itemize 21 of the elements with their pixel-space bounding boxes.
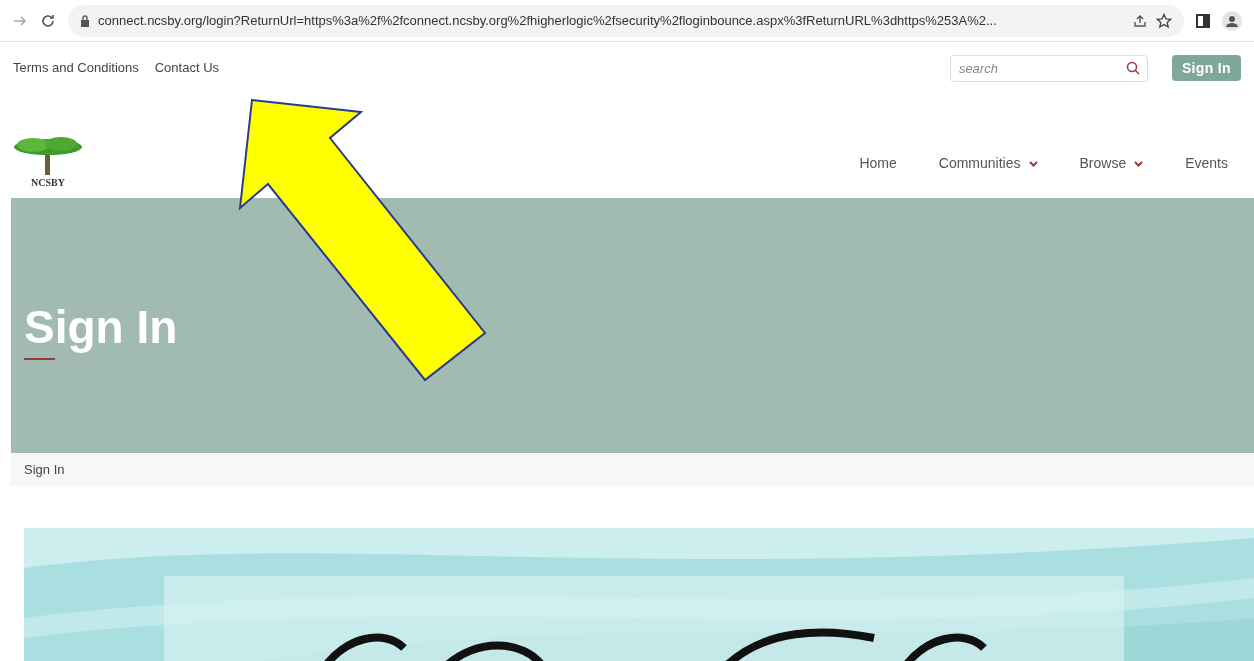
search-icon[interactable] — [1125, 60, 1140, 75]
search-field[interactable]: search — [949, 54, 1148, 82]
chevron-down-icon — [1028, 160, 1038, 167]
star-icon[interactable] — [1156, 12, 1172, 29]
utility-link[interactable]: Contact Us — [154, 58, 220, 78]
utility-link[interactable]: Terms and Conditions — [13, 58, 139, 78]
url-text: connect.ncsby.org/login?ReturnUrl=https%3a%2f%2fconnect.ncsby.org%2fhigherlogic%2fsecurity%2floginbounce.aspx%3fReturnURL%3dhttps%253A%2... — [98, 11, 997, 30]
breadcrumb[interactable]: Sign In — [24, 459, 65, 480]
logo-text: NCSBY — [31, 176, 65, 190]
nav-link[interactable]: Home — [859, 153, 897, 174]
page-title: Sign In — [24, 299, 179, 355]
nav-link[interactable]: Events — [1185, 153, 1228, 174]
nav-link[interactable]: Browse — [1079, 153, 1144, 174]
side-panel-icon[interactable] — [1196, 13, 1210, 28]
address-bar[interactable]: connect.ncsby.org/login?ReturnUrl=https%3a%2f%2fconnect.ncsby.org%2fhigherlogic%2fsecurity%2floginbounce.aspx%3fReturnURL%3dhttps%253A%2... — [68, 4, 1184, 37]
reload-icon[interactable] — [40, 12, 56, 29]
nav-link[interactable]: Communities — [938, 153, 1038, 174]
lock-icon — [80, 14, 90, 27]
profile-icon[interactable] — [1222, 10, 1242, 31]
tree-logo-icon[interactable] — [13, 135, 83, 175]
chevron-down-icon — [1134, 160, 1144, 167]
